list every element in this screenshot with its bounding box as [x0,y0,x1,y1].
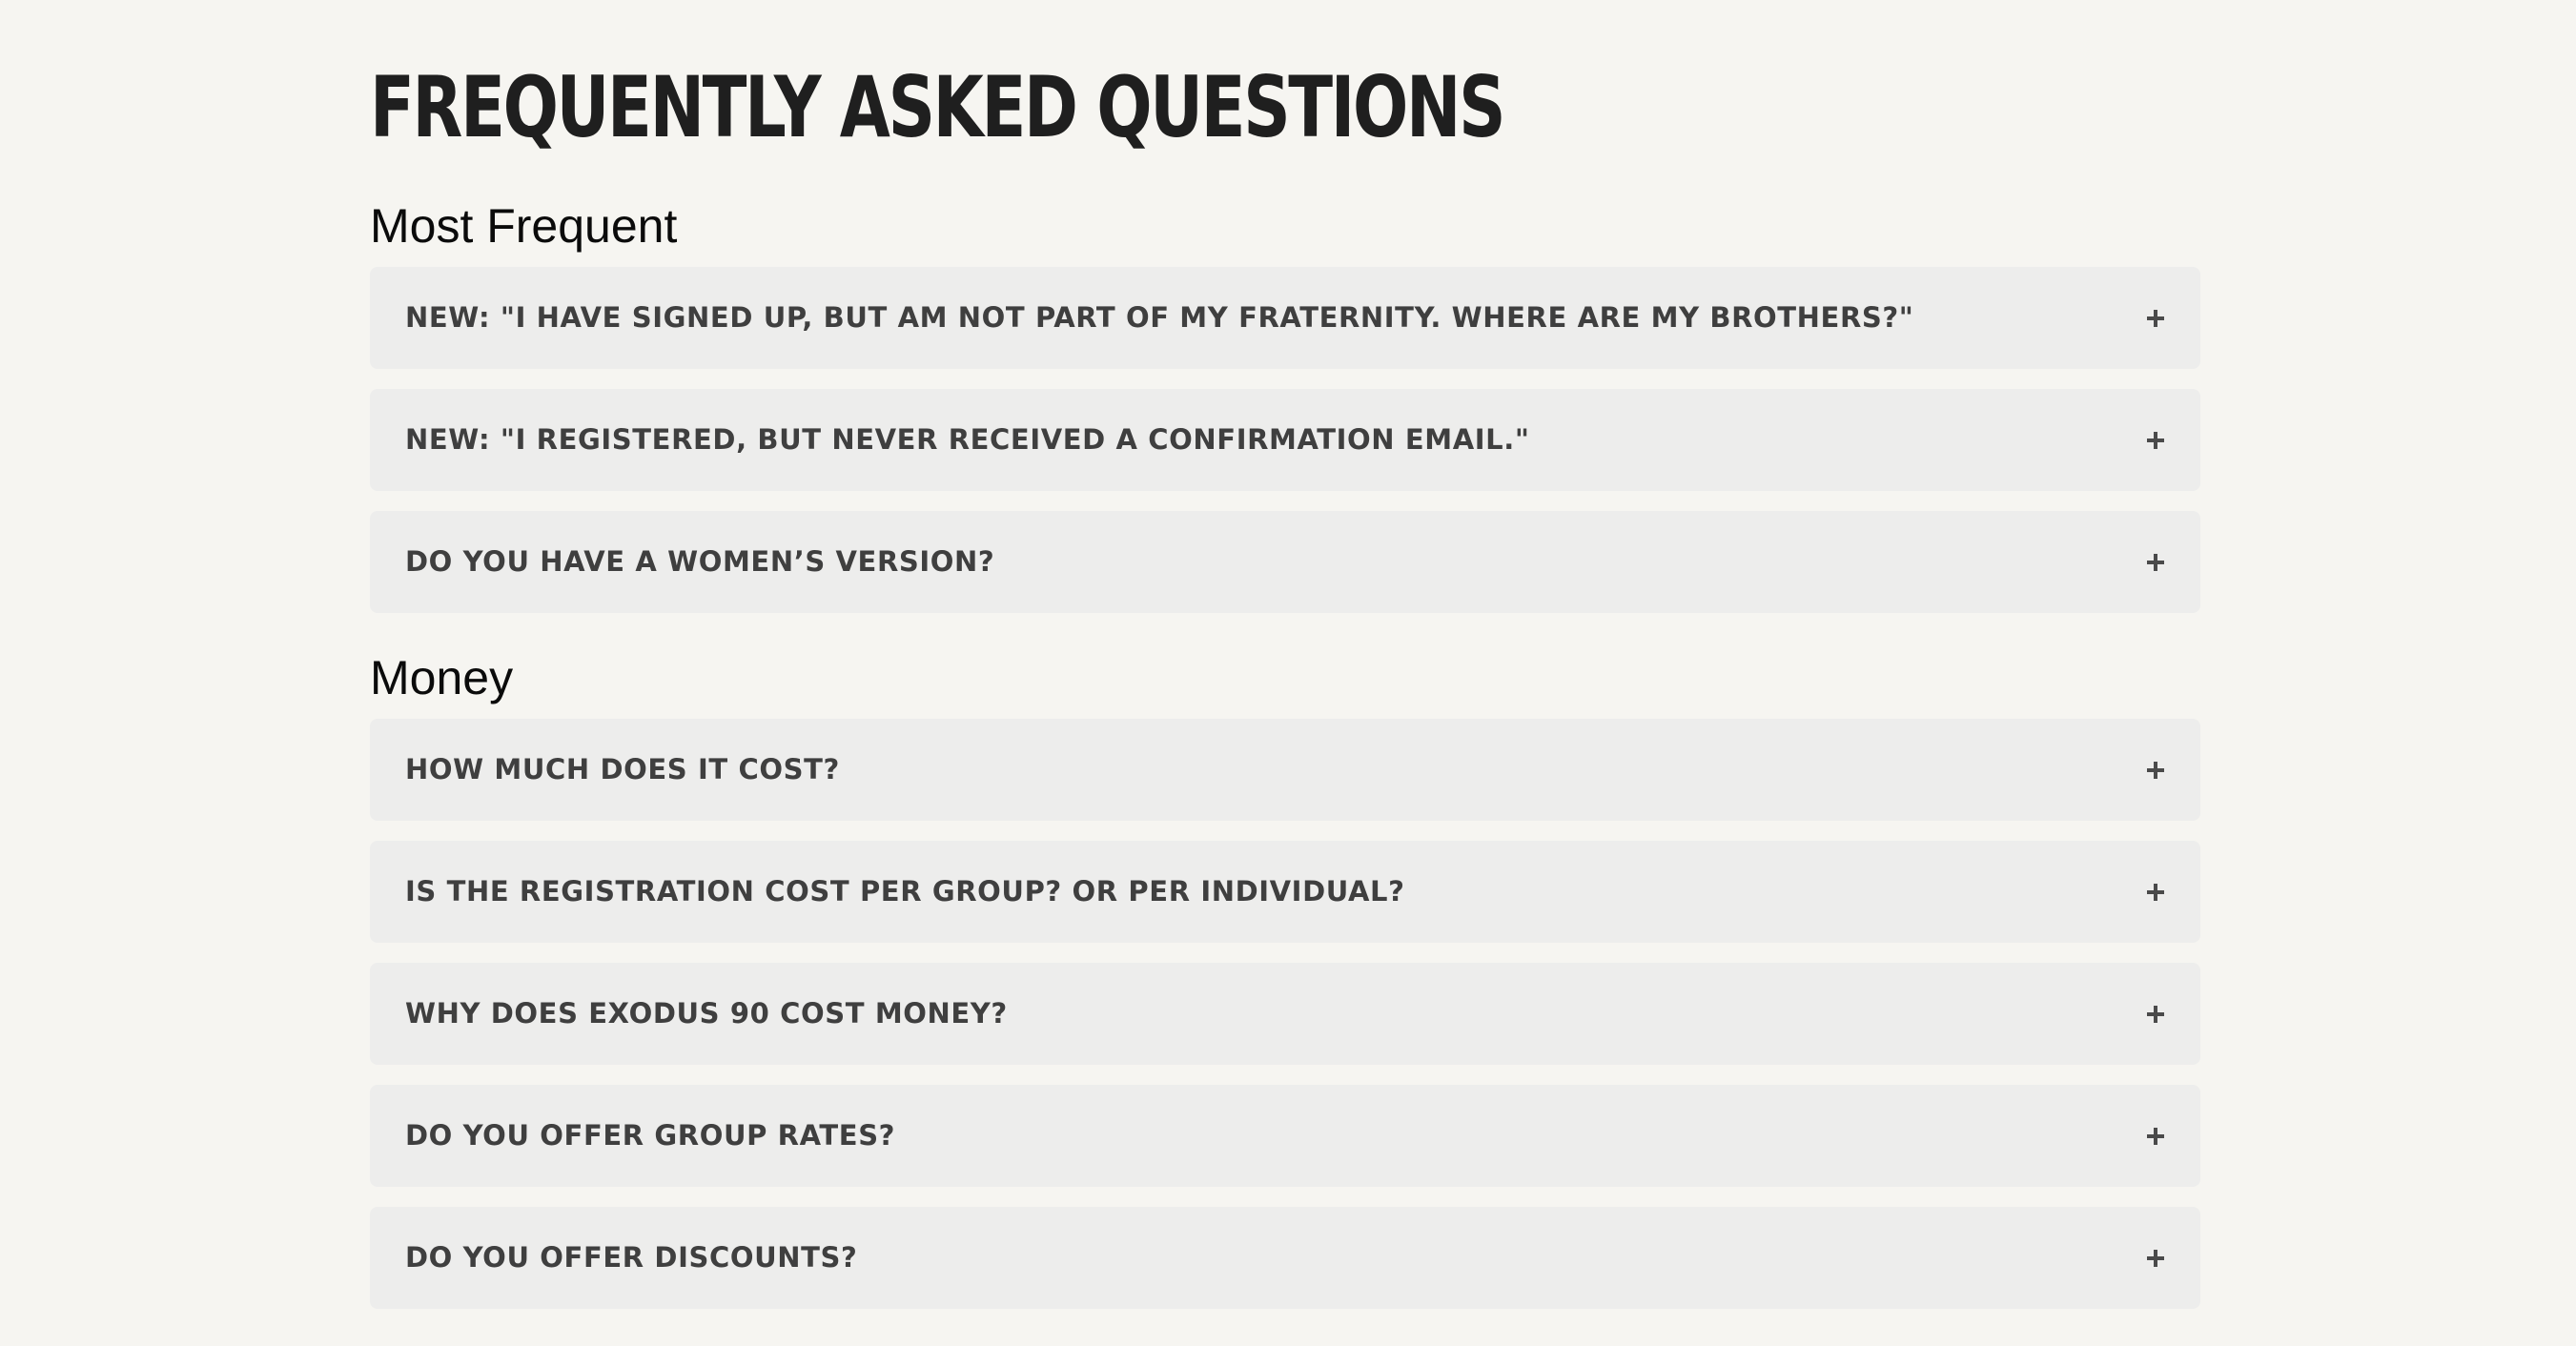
faq-item[interactable]: DO YOU OFFER DISCOUNTS? [370,1207,2200,1309]
faq-question: HOW MUCH DOES IT COST? [405,753,840,785]
section-heading-money: Money [370,651,514,704]
plus-icon[interactable] [2147,553,2164,571]
faq-question: DO YOU HAVE A WOMEN’S VERSION? [405,545,995,578]
faq-item[interactable]: HOW MUCH DOES IT COST? [370,719,2200,821]
plus-icon[interactable] [2147,431,2164,449]
faq-question: DO YOU OFFER DISCOUNTS? [405,1241,858,1274]
faq-question: DO YOU OFFER GROUP RATES? [405,1119,896,1152]
page-title: FREQUENTLY ASKED QUESTIONS [370,58,1506,156]
faq-item[interactable]: DO YOU OFFER GROUP RATES? [370,1085,2200,1187]
plus-icon[interactable] [2147,1249,2164,1267]
faq-question: NEW: "I HAVE SIGNED UP, BUT AM NOT PART … [405,301,1914,334]
section-heading-most-frequent: Most Frequent [370,199,678,253]
faq-question: IS THE REGISTRATION COST PER GROUP? OR P… [405,875,1405,908]
faq-item[interactable]: IS THE REGISTRATION COST PER GROUP? OR P… [370,841,2200,943]
plus-icon[interactable] [2147,1005,2164,1023]
plus-icon[interactable] [2147,309,2164,327]
faq-item[interactable]: DO YOU HAVE A WOMEN’S VERSION? [370,511,2200,613]
plus-icon[interactable] [2147,761,2164,779]
faq-item[interactable]: NEW: "I HAVE SIGNED UP, BUT AM NOT PART … [370,267,2200,369]
faq-question: WHY DOES EXODUS 90 COST MONEY? [405,997,1008,1030]
faq-item[interactable]: WHY DOES EXODUS 90 COST MONEY? [370,963,2200,1065]
plus-icon[interactable] [2147,1127,2164,1145]
faq-question: NEW: "I REGISTERED, BUT NEVER RECEIVED A… [405,423,1530,456]
plus-icon[interactable] [2147,883,2164,901]
faq-item[interactable]: NEW: "I REGISTERED, BUT NEVER RECEIVED A… [370,389,2200,491]
